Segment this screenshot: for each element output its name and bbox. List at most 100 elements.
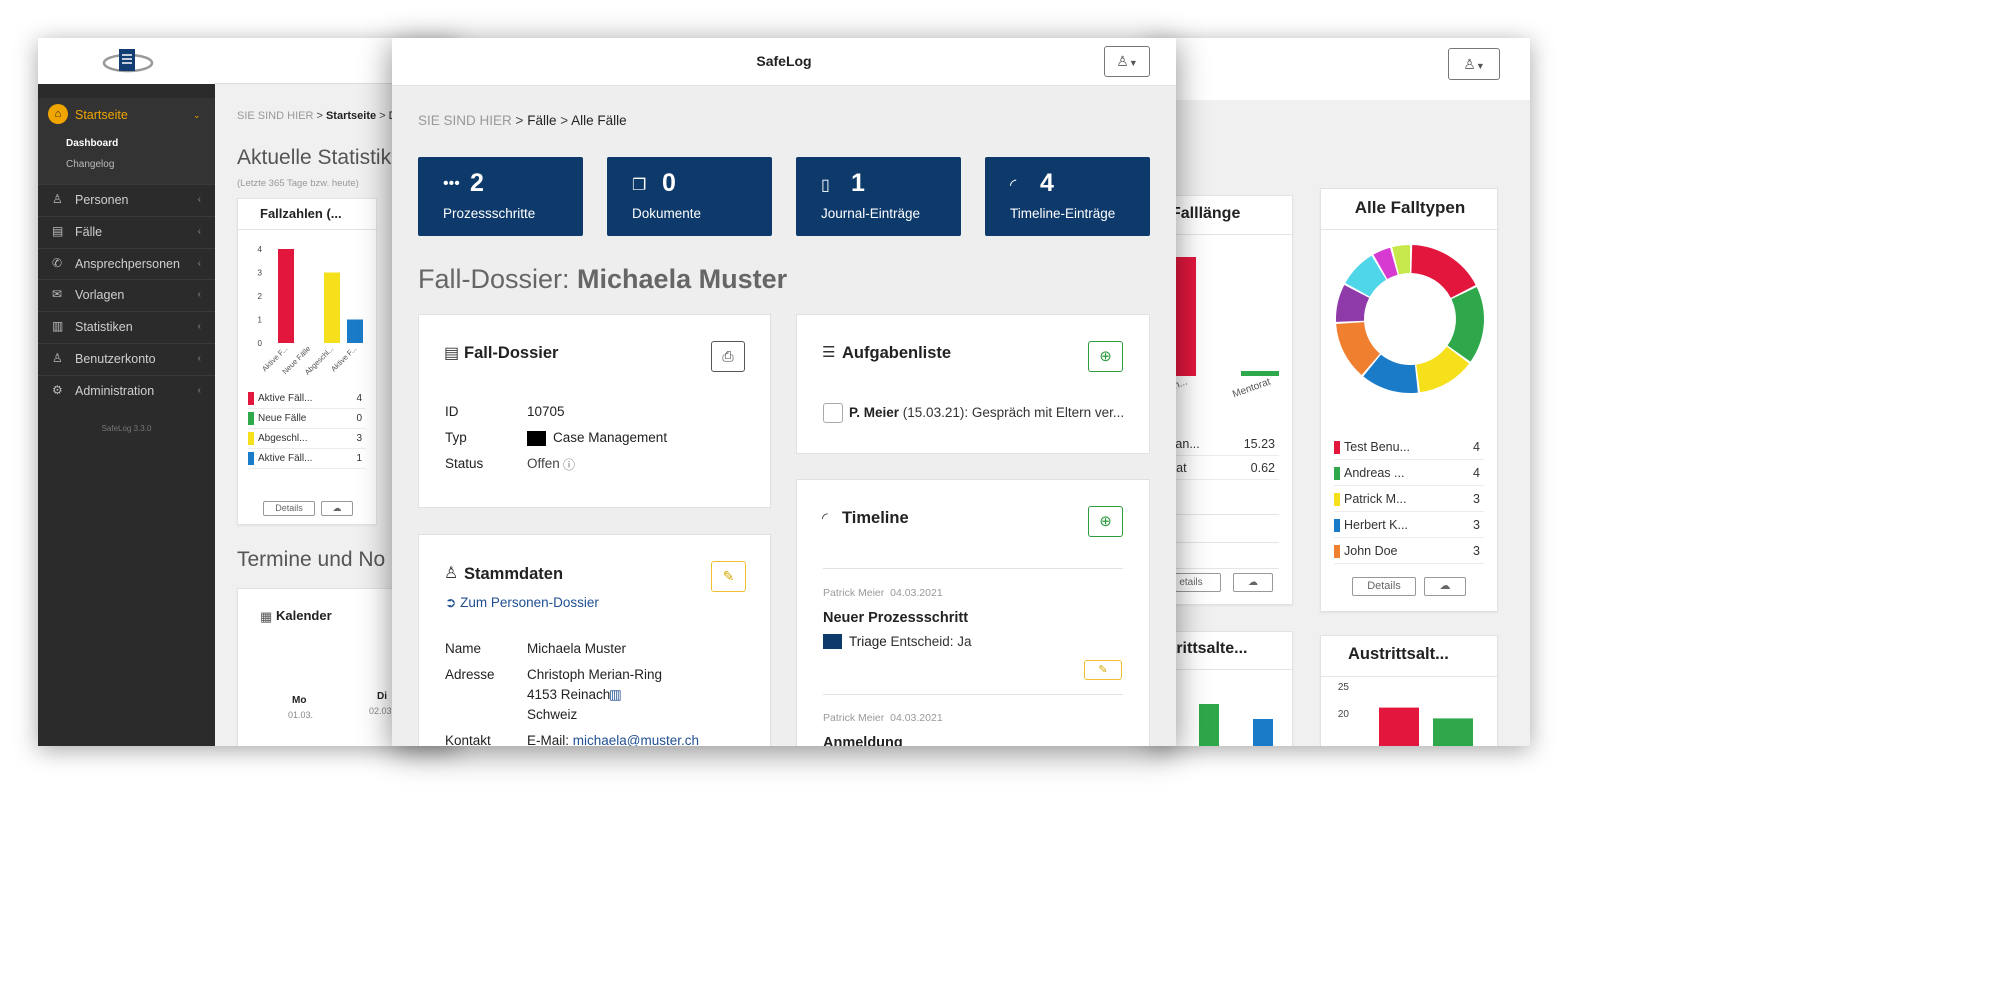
sidebar-item-label: Administration <box>75 383 155 398</box>
legend-swatch <box>1334 519 1340 533</box>
print-icon: ⎙ <box>722 348 734 364</box>
add-timeline-button[interactable]: ⊕ <box>1088 506 1123 537</box>
address-line: Christoph Merian-Ring <box>527 667 663 682</box>
rss-icon: ◜ <box>1010 177 1017 194</box>
sidebar-item-fälle[interactable]: ▤ Fälle ‹ <box>38 215 215 247</box>
timeline-date: 04.03.2021 <box>890 587 943 599</box>
sidebar-sub-changelog[interactable]: Changelog <box>66 159 114 170</box>
legend-item: Test Benu... 4 <box>1334 434 1484 460</box>
y-tick-label: 4 <box>258 245 263 254</box>
field-label: Name <box>445 641 482 656</box>
stat-timeline[interactable]: ◜ 4 Timeline-Einträge <box>985 157 1150 236</box>
address-line: Schweiz <box>527 707 578 722</box>
task-checkbox[interactable] <box>823 403 843 423</box>
breadcrumb-item[interactable]: Startseite <box>326 110 376 122</box>
map-icon[interactable]: ▥ <box>609 687 622 703</box>
y-tick-label: 2 <box>258 292 263 301</box>
cloud-download-button[interactable]: ☁ <box>1424 577 1466 596</box>
cloud-download-button[interactable]: ☁ <box>321 501 353 516</box>
legend-value: 1 <box>356 453 362 464</box>
details-button[interactable]: Details <box>263 501 315 516</box>
user-menu-button[interactable]: ♙▼ <box>1104 46 1150 77</box>
breadcrumb-item[interactable]: Fälle <box>527 113 556 128</box>
sidebar-item-personen[interactable]: ♙ Personen ‹ <box>38 184 215 215</box>
chevron-left-icon: ‹ <box>197 257 201 269</box>
sidebar-item-statistiken[interactable]: ▥ Statistiken ‹ <box>38 311 215 342</box>
breadcrumb-item[interactable]: Alle Fälle <box>571 113 627 128</box>
dots-icon: ••• <box>443 175 460 192</box>
user-icon: ♙ <box>52 351 63 365</box>
card-timeline: ◜ Timeline ⊕ Patrick Meier 04.03.2021 Ne… <box>796 479 1150 746</box>
card-title: Alle Falltypen <box>1354 198 1466 217</box>
link-label: Zum Personen-Dossier <box>460 595 599 610</box>
stat-value: 4 <box>1040 169 1054 197</box>
details-button[interactable]: Details <box>1352 577 1416 596</box>
chevron-down-icon: ⌄ <box>193 110 201 120</box>
bar-chart-falllaenge: ...Man...Mentorat <box>1161 257 1279 400</box>
donut-slice <box>1411 245 1476 298</box>
card-title: Fall-Dossier <box>464 344 559 362</box>
bar-chart-icon: ▥ <box>52 319 64 334</box>
legend-label: Aktive Fäll... <box>258 453 313 464</box>
link-personen-dossier[interactable]: ➲ Zum Personen-Dossier <box>445 595 599 611</box>
legend-value: 0.62 <box>1250 461 1275 475</box>
legend-item: Herbert K... 3 <box>1334 512 1484 538</box>
print-button[interactable]: ⎙ <box>711 341 745 372</box>
chevron-left-icon: ‹ <box>197 225 201 237</box>
cloud-download-button[interactable]: ☁ <box>1233 573 1273 592</box>
timeline-author: Patrick Meier <box>823 587 885 599</box>
card-title: Austrittsalt... <box>1348 645 1449 663</box>
calendar-icon: ▦ <box>260 609 273 624</box>
y-tick-label: 0 <box>258 339 263 348</box>
sidebar-item-ansprechpersonen[interactable]: ✆ Ansprechpersonen ‹ <box>38 247 215 279</box>
breadcrumb: SIE SIND HIER > Startseite > D <box>237 110 397 122</box>
legend-item: Abgeschl... 3 <box>248 429 366 449</box>
phone-icon: ✆ <box>52 255 63 270</box>
task-item[interactable]: P. Meier (15.03.21): Gespräch mit Eltern… <box>849 405 1124 420</box>
stat-journal[interactable]: ▯ 1 Journal-Einträge <box>796 157 961 236</box>
legend-item: John Doe 3 <box>1334 538 1484 564</box>
stat-dokumente[interactable]: ❐ 0 Dokumente <box>607 157 772 236</box>
legend-item: Patrick M... 3 <box>1334 486 1484 512</box>
legend-value: 3 <box>1473 518 1480 532</box>
chevron-left-icon: ‹ <box>197 353 201 364</box>
chart-bar <box>1433 718 1473 746</box>
chart-card-austrittsalter: Austrittsalt... 25 20 <box>1320 635 1499 746</box>
sidebar-sub-dashboard[interactable]: Dashboard <box>66 138 118 149</box>
contact-prefix: E-Mail: <box>527 733 573 746</box>
caret-down-icon: ▼ <box>1475 61 1485 71</box>
stat-value: 2 <box>470 169 484 197</box>
add-task-button[interactable]: ⊕ <box>1088 341 1123 372</box>
email-link[interactable]: michaela@muster.ch <box>573 733 699 746</box>
chevron-left-icon: ‹ <box>197 321 201 333</box>
home-icon: ⌂ <box>48 104 68 124</box>
sidebar-item-benutzerkonto[interactable]: ♙ Benutzerkonto ‹ <box>38 343 215 374</box>
page-subheading: (Letzte 365 Tage bzw. heute) <box>237 178 359 189</box>
page-title: Fall-Dossier: Michaela Muster <box>418 264 787 295</box>
edit-timeline-button[interactable]: ✎ <box>1084 660 1122 680</box>
chart-bar <box>347 319 363 343</box>
card-title: Aufgabenliste <box>842 344 952 362</box>
legend-swatch <box>1334 467 1340 481</box>
sidebar-item-label: Ansprechpersonen <box>75 256 180 271</box>
y-tick-label: 3 <box>258 269 263 278</box>
timeline-date: 04.03.2021 <box>890 712 943 724</box>
user-menu-button[interactable]: ♙▼ <box>1448 48 1500 80</box>
timeline-tag-swatch <box>823 634 842 649</box>
info-icon[interactable]: ⓘ <box>563 456 575 473</box>
field-value: 10705 <box>527 404 565 419</box>
legend-label: Andreas ... <box>1344 466 1405 480</box>
edit-button[interactable]: ✎ <box>711 561 746 592</box>
chart-card-fallzahlen: Fallzahlen (... 0 1 2 3 4 Aktive F... Neue Fäl… <box>237 198 378 525</box>
sidebar-item-administration[interactable]: ⚙ Administration ‹ <box>38 374 215 406</box>
card-title: Fallzahlen (... <box>260 206 342 221</box>
arrow-circle-right-icon: ➲ <box>445 595 457 610</box>
calendar-day-date: 01.03. <box>288 710 314 720</box>
chevron-left-icon: ‹ <box>197 384 201 396</box>
stat-prozessschritte[interactable]: ••• 2 Prozessschritte <box>418 157 583 236</box>
sidebar-active-label: Startseite <box>75 108 128 122</box>
pencil-icon: ✎ <box>722 568 735 584</box>
pencil-icon: ✎ <box>1098 664 1108 676</box>
sidebar-item-vorlagen[interactable]: ✉ Vorlagen ‹ <box>38 279 215 310</box>
card-aufgabenliste: ☰ Aufgabenliste ⊕ P. Meier (15.03.21): G… <box>796 314 1150 454</box>
